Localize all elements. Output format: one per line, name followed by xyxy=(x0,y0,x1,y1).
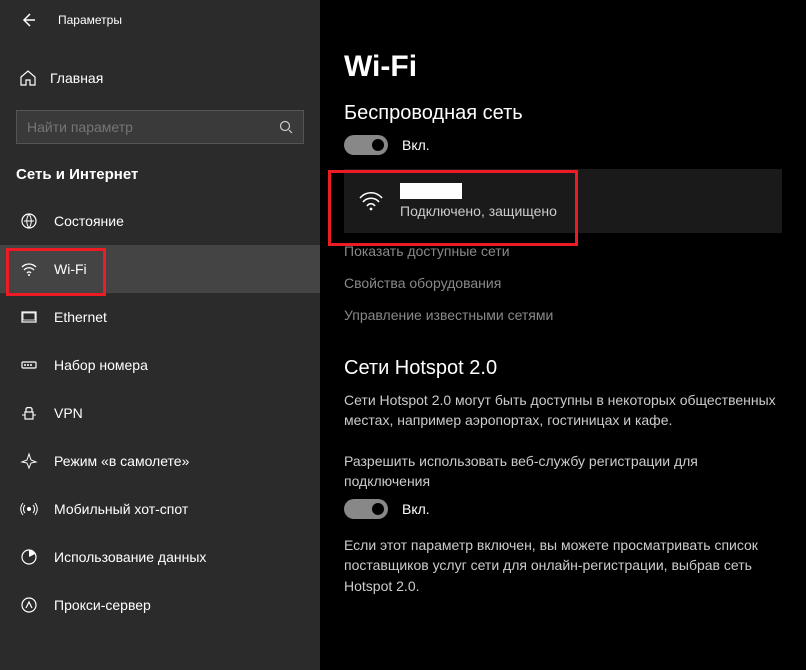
sidebar-item-label: VPN xyxy=(54,405,83,421)
status-icon xyxy=(18,212,40,230)
hotspot2-toggle-label: Вкл. xyxy=(402,501,430,517)
home-label: Главная xyxy=(50,70,103,86)
network-info: Подключено, защищено xyxy=(400,183,557,219)
sidebar-item-dialup[interactable]: Набор номера xyxy=(0,341,320,389)
home-icon xyxy=(18,69,38,87)
dialup-icon xyxy=(18,356,40,374)
wireless-section-title: Беспроводная сеть xyxy=(344,102,782,125)
sidebar-item-label: Прокси-сервер xyxy=(54,597,151,613)
sidebar-item-vpn[interactable]: VPN xyxy=(0,389,320,437)
back-arrow-icon xyxy=(20,12,36,28)
wifi-toggle-label: Вкл. xyxy=(402,137,430,153)
hotspot2-allow-label: Разрешить использовать веб-службу регист… xyxy=(344,451,782,492)
hotspot2-description: Сети Hotspot 2.0 могут быть доступны в н… xyxy=(344,390,782,431)
window-header: Параметры xyxy=(0,0,320,40)
main-content: Wi-Fi Беспроводная сеть Вкл. Подключено,… xyxy=(320,0,806,670)
sidebar: Параметры Главная Сеть и Интернет Состоя… xyxy=(0,0,320,670)
hotspot2-toggle[interactable] xyxy=(344,499,388,519)
sidebar-item-label: Режим «в самолете» xyxy=(54,453,189,469)
wifi-toggle-row: Вкл. xyxy=(344,135,782,155)
network-name-redacted xyxy=(400,183,462,199)
show-networks-link[interactable]: Показать доступные сети xyxy=(344,243,782,259)
wifi-icon xyxy=(18,260,40,278)
page-title: Wi-Fi xyxy=(344,50,782,84)
sidebar-item-label: Ethernet xyxy=(54,309,107,325)
sidebar-item-datausage[interactable]: Использование данных xyxy=(0,533,320,581)
vpn-icon xyxy=(18,404,40,422)
sidebar-item-hotspot[interactable]: Мобильный хот-спот xyxy=(0,485,320,533)
sidebar-item-ethernet[interactable]: Ethernet xyxy=(0,293,320,341)
proxy-icon xyxy=(18,596,40,614)
sidebar-item-wifi[interactable]: Wi-Fi xyxy=(0,245,320,293)
hotspot2-section-title: Сети Hotspot 2.0 xyxy=(344,357,782,380)
sidebar-item-label: Wi-Fi xyxy=(54,261,87,277)
sidebar-item-label: Использование данных xyxy=(54,549,206,565)
manage-networks-link[interactable]: Управление известными сетями xyxy=(344,307,782,323)
nav-list: Состояние Wi-Fi Ethernet Набор номера VP… xyxy=(0,197,320,629)
search-input[interactable] xyxy=(27,119,279,135)
wifi-signal-icon xyxy=(358,188,384,214)
hardware-properties-link[interactable]: Свойства оборудования xyxy=(344,275,782,291)
hotspot-icon xyxy=(18,500,40,518)
home-nav[interactable]: Главная xyxy=(0,56,320,100)
sidebar-item-proxy[interactable]: Прокси-сервер xyxy=(0,581,320,629)
wifi-toggle[interactable] xyxy=(344,135,388,155)
hotspot2-toggle-row: Вкл. xyxy=(344,499,782,519)
hotspot2-footer: Если этот параметр включен, вы можете пр… xyxy=(344,535,782,596)
category-title: Сеть и Интернет xyxy=(0,144,320,197)
sidebar-item-label: Набор номера xyxy=(54,357,148,373)
sidebar-item-status[interactable]: Состояние xyxy=(0,197,320,245)
airplane-icon xyxy=(18,452,40,470)
current-network-card[interactable]: Подключено, защищено xyxy=(344,169,782,233)
search-icon xyxy=(279,120,293,134)
window-title: Параметры xyxy=(58,13,122,27)
data-icon xyxy=(18,548,40,566)
ethernet-icon xyxy=(18,308,40,326)
sidebar-item-airplane[interactable]: Режим «в самолете» xyxy=(0,437,320,485)
sidebar-item-label: Мобильный хот-спот xyxy=(54,501,188,517)
network-status: Подключено, защищено xyxy=(400,203,557,219)
sidebar-item-label: Состояние xyxy=(54,213,124,229)
search-box[interactable] xyxy=(16,110,304,144)
back-button[interactable] xyxy=(18,10,38,30)
